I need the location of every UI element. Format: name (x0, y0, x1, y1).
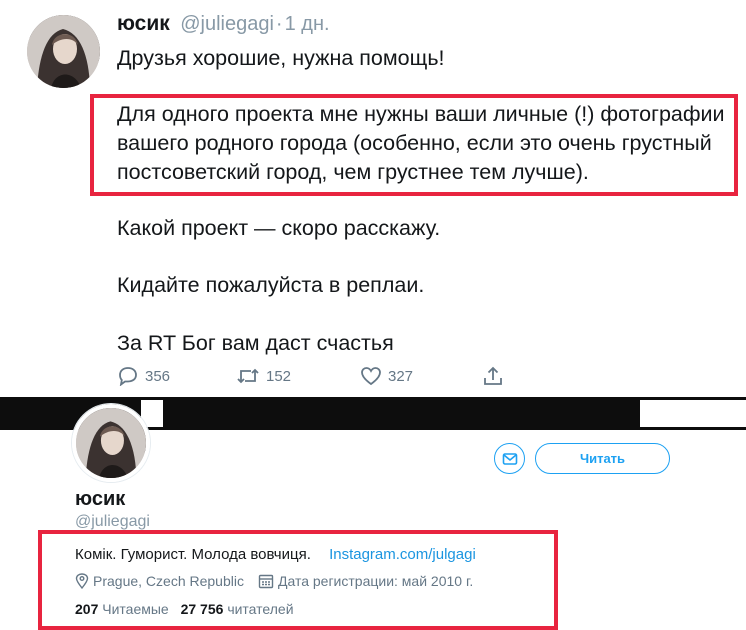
retweet-button[interactable]: 152 (236, 366, 291, 386)
tweet-author-avatar[interactable] (27, 15, 100, 88)
profile-meta: Prague, Czech Republic Дата регистрации:… (75, 573, 473, 589)
followers-label: читателей (227, 601, 294, 617)
tweet-highlight-line: вашего родного города (особенно, если эт… (117, 131, 712, 155)
reply-icon (119, 367, 137, 386)
profile-location: Prague, Czech Republic (93, 573, 244, 589)
retweet-icon (237, 368, 259, 384)
profile-name: юсик (75, 488, 126, 510)
calendar-icon (258, 574, 274, 589)
retweet-count: 152 (266, 367, 292, 385)
follow-button[interactable]: Читать (535, 443, 670, 474)
tweet-author-name[interactable]: юсик (117, 12, 170, 35)
tweet-text-rt: За RT Бог вам даст счастья (117, 331, 394, 355)
like-button[interactable]: 327 (360, 366, 413, 386)
followers-count: 27 756 (180, 601, 224, 617)
following-count: 207 (75, 601, 99, 617)
heart-icon (361, 367, 381, 386)
followers-stat[interactable]: 27 756 читателей (181, 601, 294, 617)
tweet-header: юсик @juliegagi · 1 дн. (117, 12, 330, 36)
profile-bio-link[interactable]: Instagram.com/julgagi (329, 546, 476, 563)
avatar-portrait-image (27, 15, 100, 88)
profile-avatar[interactable] (72, 404, 150, 482)
location-pin-icon (75, 573, 89, 589)
envelope-icon (502, 452, 517, 465)
profile-avatar-image (76, 408, 146, 478)
following-stat[interactable]: 207 Читаемые (75, 601, 173, 617)
message-button[interactable] (494, 443, 525, 474)
tweet-text-replies: Кидайте пожалуйста в реплаи. (117, 273, 425, 297)
tweet-highlight-line: Для одного проекта мне нужны ваши личные… (117, 102, 725, 126)
tweet-highlight-line: постсоветский город, чем грустнее тем лу… (117, 160, 589, 184)
reply-count: 356 (145, 367, 171, 385)
share-icon (484, 366, 502, 385)
profile-stats: 207 Читаемые 27 756 читателей (75, 601, 294, 617)
share-button[interactable] (482, 365, 504, 387)
profile-bio: Комік. Гуморист. Молода вовчиця. Instagr… (75, 546, 476, 563)
divider-gap-right (640, 400, 746, 427)
profile-bio-text: Комік. Гуморист. Молода вовчиця. (75, 546, 311, 563)
profile-handle: @juliegagi (75, 513, 150, 530)
tweet-timestamp[interactable]: 1 дн. (285, 13, 330, 35)
profile-joined-date: Дата регистрации: май 2010 г. (277, 573, 474, 589)
like-count: 327 (388, 367, 414, 385)
tweet-time-separator: · (275, 13, 283, 35)
tweet-author-handle[interactable]: @juliegagi (180, 13, 274, 35)
following-label: Читаемые (102, 601, 169, 617)
tweet-text-intro: Друзья хорошие, нужна помощь! (117, 46, 445, 70)
tweet-text-project: Какой проект — скоро расскажу. (117, 216, 441, 240)
reply-button[interactable]: 356 (117, 366, 170, 386)
tweet-text-highlight: Для одного проекта мне нужны ваши личные… (117, 100, 725, 187)
